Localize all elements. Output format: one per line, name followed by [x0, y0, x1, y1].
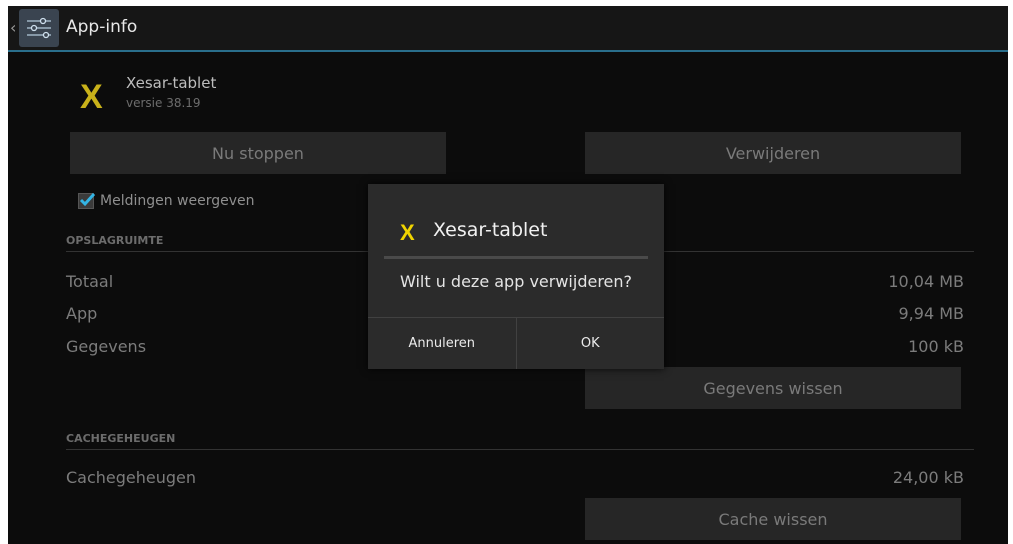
- storage-data-label: Gegevens: [66, 337, 147, 356]
- dialog-button-bar: Annuleren OK: [368, 317, 664, 369]
- notifications-checkbox[interactable]: [78, 192, 96, 209]
- app-version: versie 38.19: [126, 96, 201, 110]
- cache-label: Cachegeheugen: [66, 468, 197, 487]
- storage-total-label: Totaal: [66, 272, 114, 291]
- force-stop-button[interactable]: Nu stoppen: [70, 132, 446, 174]
- dialog-title: Xesar-tablet: [433, 219, 548, 241]
- dialog-message: Wilt u deze app verwijderen?: [399, 272, 633, 291]
- clear-cache-button[interactable]: Cache wissen: [585, 498, 961, 540]
- notifications-label: Meldingen weergeven: [100, 193, 255, 209]
- action-bar: ‹ App-info: [8, 6, 1008, 52]
- app-name: Xesar-tablet: [126, 74, 217, 92]
- storage-data-value: 100 kB: [908, 337, 964, 356]
- storage-app-value: 9,94 MB: [898, 304, 965, 323]
- ok-button[interactable]: OK: [515, 318, 665, 369]
- cache-value: 24,00 kB: [892, 468, 964, 487]
- dialog-app-logo-icon: X: [400, 220, 415, 245]
- cache-header: CACHEGEHEUGEN: [66, 432, 974, 450]
- storage-total-value: 10,04 MB: [888, 272, 964, 291]
- checkmark-icon: [79, 192, 96, 207]
- notifications-toggle[interactable]: Meldingen weergeven: [78, 192, 255, 209]
- uninstall-dialog: X Xesar-tablet Wilt u deze app verwijder…: [368, 184, 664, 369]
- screen: ‹ App-info X Xesar-tablet versie 38.19 N…: [8, 6, 1008, 544]
- dialog-divider: [384, 256, 648, 259]
- app-logo-icon: X: [80, 78, 103, 116]
- cancel-button[interactable]: Annuleren: [368, 318, 516, 369]
- uninstall-button[interactable]: Verwijderen: [585, 132, 961, 174]
- settings-icon[interactable]: [19, 9, 59, 47]
- page-title: App-info: [66, 17, 138, 37]
- clear-data-button[interactable]: Gegevens wissen: [585, 367, 961, 409]
- up-caret-icon[interactable]: ‹: [10, 18, 16, 37]
- storage-app-label: App: [66, 304, 98, 323]
